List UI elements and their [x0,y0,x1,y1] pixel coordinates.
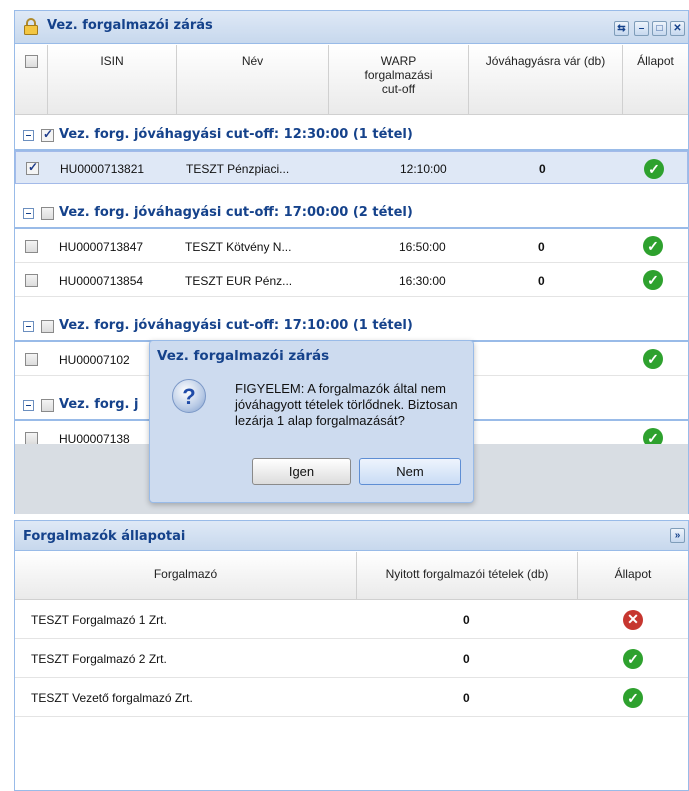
table-row[interactable]: TESZT Forgalmazó 2 Zrt. 0 ✓ [15,640,688,678]
group-header[interactable]: Vez. forg. jóváhagyási cut-off: 17:00:00… [15,197,688,229]
ok-status-icon: ✓ [643,236,663,256]
group-label: Vez. forg. jóváhagyási cut-off: 12:30:00… [59,127,413,142]
header-nev[interactable]: Név [177,45,329,115]
table-row[interactable]: HU0000713847 TESZT Kötvény N... 16:50:00… [15,230,688,263]
distributor-name: TESZT Forgalmazó 1 Zrt. [31,613,167,627]
grid-header: ISIN Név WARP forgalmazási cut-off Jóváh… [15,45,688,115]
collapse-icon[interactable] [23,321,34,332]
group-checkbox[interactable] [41,320,54,333]
header-distributor[interactable]: Forgalmazó [15,552,357,600]
group-label: Vez. forg. jóváhagyási cut-off: 17:10:00… [59,318,413,333]
lock-icon [24,18,38,35]
pending-cell: 0 [538,274,545,288]
open-items-count: 0 [463,613,470,627]
error-status-icon: ✕ [623,610,643,630]
header-status[interactable]: Állapot [623,45,688,115]
no-button[interactable]: Nem [359,458,461,485]
pending-cell: 0 [539,162,546,176]
header-warp-cutoff[interactable]: WARP forgalmazási cut-off [329,45,469,115]
refresh-icon[interactable]: ⇆ [614,21,629,36]
collapse-icon[interactable] [23,400,34,411]
open-items-count: 0 [463,652,470,666]
row-checkbox[interactable] [25,353,38,366]
group-checkbox[interactable] [41,127,54,142]
ok-status-icon: ✓ [644,159,664,179]
pending-cell: 0 [538,240,545,254]
cutoff-cell: 16:50:00 [399,240,446,254]
question-icon: ? [172,379,206,413]
yes-button[interactable]: Igen [252,458,351,485]
name-cell: TESZT Kötvény N... [185,240,292,254]
panel-title: Forgalmazók állapotai [23,529,186,544]
header-isin[interactable]: ISIN [48,45,177,115]
table-row[interactable]: TESZT Vezető forgalmazó Zrt. 0 ✓ [15,679,688,717]
ok-status-icon: ✓ [643,270,663,290]
isin-cell: HU00007102 [59,353,130,367]
open-items-count: 0 [463,691,470,705]
dialog-message: FIGYELEM: A forgalmazók által nem jóváha… [235,381,458,428]
row-checkbox[interactable] [26,160,39,175]
confirm-dialog: Vez. forgalmazói zárás ? FIGYELEM: A for… [149,340,474,503]
group-checkbox[interactable] [41,207,54,220]
collapse-icon[interactable] [23,208,34,219]
cutoff-cell: 16:30:00 [399,274,446,288]
group-header[interactable]: Vez. forg. jóváhagyási cut-off: 12:30:00… [15,119,688,151]
ok-status-icon: ✓ [643,349,663,369]
name-cell: TESZT EUR Pénz... [185,274,293,288]
window-titlebar: Vez. forgalmazói zárás ⇆ – □ ✕ [15,11,688,44]
collapse-icon[interactable] [23,130,34,141]
isin-cell: HU0000713847 [59,240,144,254]
header-warp-cutoff-label: WARP forgalmazási cut-off [364,54,433,96]
minimize-icon[interactable]: – [634,21,649,36]
group-checkbox[interactable] [41,399,54,412]
dialog-title: Vez. forgalmazói zárás [157,348,330,364]
isin-cell: HU0000713854 [59,274,144,288]
header-pending-label: Jóváhagyásra vár (db) [485,54,606,68]
header-status[interactable]: Állapot [578,552,688,600]
panel-titlebar: Forgalmazók állapotai » [15,521,688,551]
maximize-icon[interactable]: □ [652,21,667,36]
distributors-panel: Forgalmazók állapotai » Forgalmazó Nyito… [14,520,689,791]
ok-status-icon: ✓ [623,649,643,669]
group-header[interactable]: Vez. forg. jóváhagyási cut-off: 17:10:00… [15,310,688,342]
table-row[interactable]: HU0000713821 TESZT Pénzpiaci... 12:10:00… [15,151,688,184]
cutoff-cell: 12:10:00 [400,162,447,176]
table-row[interactable]: HU0000713854 TESZT EUR Pénz... 16:30:00 … [15,264,688,297]
select-all-checkbox[interactable] [25,55,38,68]
ok-status-icon: ✓ [623,688,643,708]
header-select-all [15,45,48,115]
table-row[interactable]: TESZT Forgalmazó 1 Zrt. 0 ✕ [15,601,688,639]
name-cell: TESZT Pénzpiaci... [186,162,290,176]
distributor-name: TESZT Vezető forgalmazó Zrt. [31,691,193,705]
row-checkbox[interactable] [25,240,38,253]
isin-cell: HU0000713821 [60,162,145,176]
window-title: Vez. forgalmazói zárás [47,18,213,33]
collapse-panel-icon[interactable]: » [670,528,685,543]
group-label: Vez. forg. jóváhagyási cut-off: 17:00:00… [59,205,413,220]
group-label: Vez. forg. j [59,397,139,412]
close-icon[interactable]: ✕ [670,21,685,36]
panel-grid-header: Forgalmazó Nyitott forgalmazói tételek (… [15,552,688,600]
header-open-items[interactable]: Nyitott forgalmazói tételek (db) [357,552,578,600]
header-pending[interactable]: Jóváhagyásra vár (db) [469,45,623,115]
distributor-name: TESZT Forgalmazó 2 Zrt. [31,652,167,666]
row-checkbox[interactable] [25,274,38,287]
